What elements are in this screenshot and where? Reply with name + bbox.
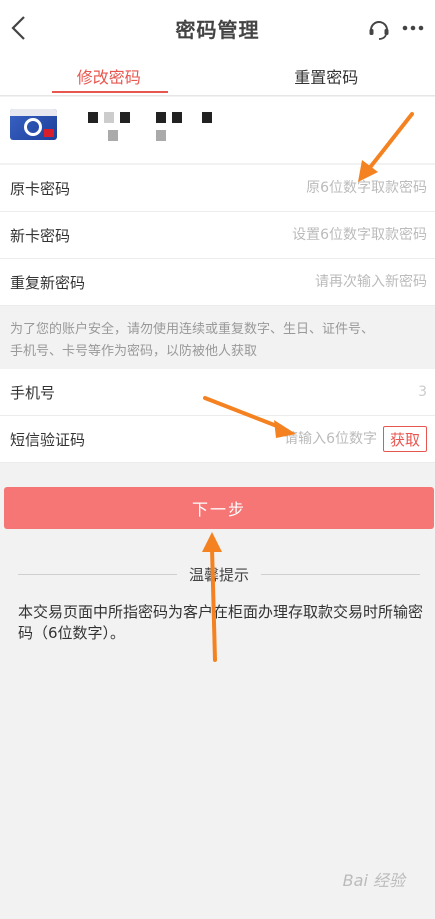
- new-password-label: 新卡密码: [10, 226, 71, 245]
- tips-header: 温馨提示: [18, 563, 421, 585]
- tips-text: 本交易页面中所指密码为客户在柜面办理存取款交易时所输密码（6位数字）。: [18, 603, 424, 642]
- tab-reset-password[interactable]: 重置密码: [218, 56, 435, 95]
- tips-title: 温馨提示: [189, 565, 250, 584]
- new-password-row: 新卡密码: [0, 212, 435, 259]
- tab-modify-password[interactable]: 修改密码: [0, 56, 218, 95]
- headset-icon[interactable]: [367, 16, 391, 40]
- phone-value: 3: [418, 384, 427, 400]
- sms-code-row: 短信验证码 获取: [0, 416, 435, 463]
- new-password-input[interactable]: [207, 227, 427, 243]
- bank-card-icon: [10, 109, 57, 140]
- repeat-password-input[interactable]: [207, 274, 427, 290]
- old-password-label: 原卡密码: [10, 179, 71, 198]
- phone-row: 手机号 3: [0, 369, 435, 416]
- sms-code-input[interactable]: [257, 431, 377, 447]
- page-title: 密码管理: [175, 17, 260, 42]
- sms-code-label: 短信验证码: [10, 430, 86, 449]
- tab-label: 修改密码: [76, 67, 141, 87]
- old-password-row: 原卡密码: [0, 165, 435, 212]
- sms-code-controls: 获取: [257, 426, 427, 452]
- phone-label: 手机号: [10, 383, 56, 402]
- bank-card-row[interactable]: [0, 97, 435, 163]
- watermark: Bai 经验: [342, 871, 405, 890]
- more-dots-icon[interactable]: [401, 17, 425, 39]
- chevron-left-icon[interactable]: [8, 14, 32, 42]
- notice-line-1: 为了您的账户安全，请勿使用连续或重复数字、生日、证件号、: [10, 322, 375, 337]
- repeat-password-label: 重复新密码: [10, 273, 86, 292]
- card-number-masked: [88, 112, 212, 123]
- tab-bar: 修改密码 重置密码: [0, 56, 435, 96]
- notice-line-2: 手机号、卡号等作为密码，以防被他人获取: [10, 344, 258, 359]
- tab-label: 重置密码: [294, 67, 359, 87]
- divider: [18, 573, 177, 575]
- card-number-masked-line2: [108, 130, 166, 141]
- app-header: 密码管理: [0, 0, 435, 56]
- get-code-button[interactable]: 获取: [383, 426, 427, 452]
- divider: [261, 573, 421, 575]
- repeat-password-row: 重复新密码: [0, 259, 435, 306]
- security-notice: 为了您的账户安全，请勿使用连续或重复数字、生日、证件号、 手机号、卡号等作为密码…: [0, 307, 435, 369]
- next-step-button[interactable]: 下一步: [4, 487, 434, 529]
- old-password-input[interactable]: [207, 180, 427, 196]
